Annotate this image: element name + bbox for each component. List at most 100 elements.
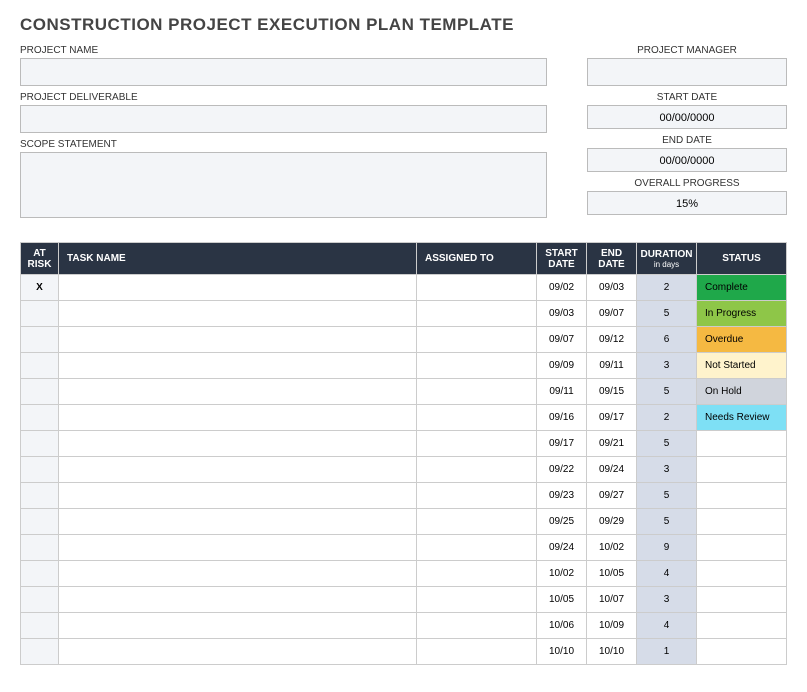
cell-assigned-to[interactable] bbox=[417, 353, 537, 379]
input-project-deliverable[interactable] bbox=[20, 105, 547, 133]
cell-task-name[interactable] bbox=[59, 613, 417, 639]
cell-assigned-to[interactable] bbox=[417, 431, 537, 457]
cell-status[interactable]: Complete bbox=[697, 275, 787, 301]
cell-task-name[interactable] bbox=[59, 483, 417, 509]
cell-start-date[interactable]: 10/06 bbox=[537, 613, 587, 639]
cell-status[interactable] bbox=[697, 639, 787, 665]
cell-status[interactable] bbox=[697, 483, 787, 509]
cell-start-date[interactable]: 09/23 bbox=[537, 483, 587, 509]
cell-assigned-to[interactable] bbox=[417, 535, 537, 561]
cell-status[interactable] bbox=[697, 587, 787, 613]
cell-task-name[interactable] bbox=[59, 327, 417, 353]
cell-start-date[interactable]: 10/05 bbox=[537, 587, 587, 613]
cell-end-date[interactable]: 09/15 bbox=[587, 379, 637, 405]
cell-at-risk[interactable] bbox=[21, 457, 59, 483]
cell-task-name[interactable] bbox=[59, 431, 417, 457]
cell-start-date[interactable]: 09/03 bbox=[537, 301, 587, 327]
cell-at-risk[interactable] bbox=[21, 405, 59, 431]
label-project-deliverable: PROJECT DELIVERABLE bbox=[20, 92, 547, 103]
cell-at-risk[interactable] bbox=[21, 587, 59, 613]
cell-end-date[interactable]: 10/07 bbox=[587, 587, 637, 613]
cell-at-risk[interactable] bbox=[21, 483, 59, 509]
input-scope-statement[interactable] bbox=[20, 152, 547, 218]
table-row: 09/1609/172Needs Review bbox=[21, 405, 787, 431]
cell-end-date[interactable]: 09/21 bbox=[587, 431, 637, 457]
cell-assigned-to[interactable] bbox=[417, 301, 537, 327]
cell-end-date[interactable]: 09/17 bbox=[587, 405, 637, 431]
cell-status[interactable] bbox=[697, 561, 787, 587]
cell-status[interactable] bbox=[697, 613, 787, 639]
cell-start-date[interactable]: 09/07 bbox=[537, 327, 587, 353]
cell-start-date[interactable]: 09/24 bbox=[537, 535, 587, 561]
cell-start-date[interactable]: 09/02 bbox=[537, 275, 587, 301]
cell-start-date[interactable]: 09/22 bbox=[537, 457, 587, 483]
cell-at-risk[interactable] bbox=[21, 431, 59, 457]
cell-status[interactable]: Not Started bbox=[697, 353, 787, 379]
cell-start-date[interactable]: 09/16 bbox=[537, 405, 587, 431]
cell-status[interactable]: In Progress bbox=[697, 301, 787, 327]
cell-at-risk[interactable] bbox=[21, 639, 59, 665]
cell-at-risk[interactable] bbox=[21, 613, 59, 639]
cell-at-risk[interactable] bbox=[21, 379, 59, 405]
input-start-date[interactable]: 00/00/0000 bbox=[587, 105, 787, 129]
cell-assigned-to[interactable] bbox=[417, 509, 537, 535]
cell-task-name[interactable] bbox=[59, 405, 417, 431]
cell-end-date[interactable]: 09/29 bbox=[587, 509, 637, 535]
cell-end-date[interactable]: 10/02 bbox=[587, 535, 637, 561]
cell-at-risk[interactable]: X bbox=[21, 275, 59, 301]
cell-end-date[interactable]: 09/12 bbox=[587, 327, 637, 353]
cell-status[interactable] bbox=[697, 535, 787, 561]
cell-assigned-to[interactable] bbox=[417, 561, 537, 587]
page-title: CONSTRUCTION PROJECT EXECUTION PLAN TEMP… bbox=[20, 15, 787, 35]
cell-assigned-to[interactable] bbox=[417, 405, 537, 431]
cell-end-date[interactable]: 10/09 bbox=[587, 613, 637, 639]
cell-task-name[interactable] bbox=[59, 379, 417, 405]
cell-start-date[interactable]: 09/25 bbox=[537, 509, 587, 535]
input-project-name[interactable] bbox=[20, 58, 547, 86]
cell-at-risk[interactable] bbox=[21, 301, 59, 327]
cell-assigned-to[interactable] bbox=[417, 639, 537, 665]
cell-assigned-to[interactable] bbox=[417, 587, 537, 613]
cell-start-date[interactable]: 09/17 bbox=[537, 431, 587, 457]
cell-task-name[interactable] bbox=[59, 301, 417, 327]
cell-end-date[interactable]: 10/05 bbox=[587, 561, 637, 587]
cell-status[interactable]: Needs Review bbox=[697, 405, 787, 431]
cell-at-risk[interactable] bbox=[21, 327, 59, 353]
cell-end-date[interactable]: 09/11 bbox=[587, 353, 637, 379]
cell-at-risk[interactable] bbox=[21, 535, 59, 561]
cell-start-date[interactable]: 10/10 bbox=[537, 639, 587, 665]
cell-assigned-to[interactable] bbox=[417, 457, 537, 483]
cell-task-name[interactable] bbox=[59, 639, 417, 665]
cell-status[interactable] bbox=[697, 431, 787, 457]
input-end-date[interactable]: 00/00/0000 bbox=[587, 148, 787, 172]
input-project-manager[interactable] bbox=[587, 58, 787, 86]
cell-task-name[interactable] bbox=[59, 587, 417, 613]
cell-assigned-to[interactable] bbox=[417, 275, 537, 301]
cell-task-name[interactable] bbox=[59, 509, 417, 535]
cell-end-date[interactable]: 10/10 bbox=[587, 639, 637, 665]
cell-task-name[interactable] bbox=[59, 535, 417, 561]
cell-status[interactable] bbox=[697, 509, 787, 535]
cell-start-date[interactable]: 09/11 bbox=[537, 379, 587, 405]
cell-start-date[interactable]: 10/02 bbox=[537, 561, 587, 587]
cell-end-date[interactable]: 09/24 bbox=[587, 457, 637, 483]
cell-at-risk[interactable] bbox=[21, 353, 59, 379]
cell-end-date[interactable]: 09/07 bbox=[587, 301, 637, 327]
cell-at-risk[interactable] bbox=[21, 561, 59, 587]
cell-status[interactable] bbox=[697, 457, 787, 483]
cell-end-date[interactable]: 09/27 bbox=[587, 483, 637, 509]
col-task-name: TASK NAME bbox=[59, 243, 417, 275]
cell-task-name[interactable] bbox=[59, 353, 417, 379]
cell-assigned-to[interactable] bbox=[417, 613, 537, 639]
cell-at-risk[interactable] bbox=[21, 509, 59, 535]
cell-end-date[interactable]: 09/03 bbox=[587, 275, 637, 301]
cell-assigned-to[interactable] bbox=[417, 379, 537, 405]
cell-assigned-to[interactable] bbox=[417, 327, 537, 353]
cell-task-name[interactable] bbox=[59, 275, 417, 301]
cell-task-name[interactable] bbox=[59, 457, 417, 483]
cell-status[interactable]: Overdue bbox=[697, 327, 787, 353]
cell-status[interactable]: On Hold bbox=[697, 379, 787, 405]
cell-task-name[interactable] bbox=[59, 561, 417, 587]
cell-assigned-to[interactable] bbox=[417, 483, 537, 509]
cell-start-date[interactable]: 09/09 bbox=[537, 353, 587, 379]
